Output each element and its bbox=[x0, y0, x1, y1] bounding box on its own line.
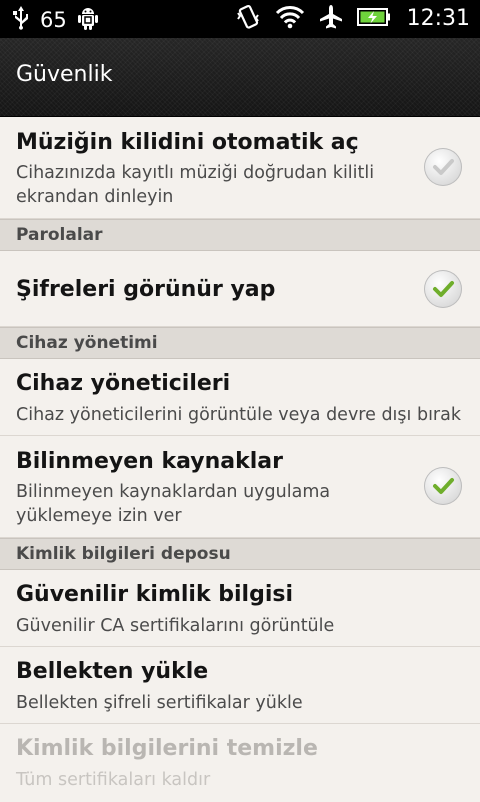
list-item-title: Bellekten yükle bbox=[16, 659, 209, 684]
list-item-subtitle: Tüm sertifikaları kaldır bbox=[16, 770, 211, 790]
clock-text: 12:31 bbox=[406, 6, 470, 31]
checkbox-unknown-sources[interactable] bbox=[424, 467, 462, 505]
usb-icon bbox=[12, 5, 30, 35]
list-item-title: Güvenilir kimlik bilgisi bbox=[16, 582, 293, 607]
section-header-device-management: Cihaz yönetimi bbox=[0, 327, 480, 359]
list-item-subtitle: Bilinmeyen kaynaklardan uygulama yükleme… bbox=[16, 482, 331, 526]
status-bar: 65 12:31 bbox=[0, 0, 480, 38]
section-header-credential-storage: Kimlik bilgileri deposu bbox=[0, 538, 480, 570]
wifi-icon bbox=[275, 5, 305, 33]
list-item-title: Müziğin kilidini otomatik aç bbox=[16, 130, 359, 155]
list-item-subtitle: Güvenilir CA sertifikalarını görüntüle bbox=[16, 616, 335, 636]
checkbox-show-passwords[interactable] bbox=[424, 270, 462, 308]
list-item-title: Cihaz yöneticileri bbox=[16, 371, 231, 396]
page-title: Güvenlik bbox=[16, 62, 113, 87]
android-debug-icon bbox=[77, 5, 99, 35]
list-item-auto-unlock-music[interactable]: Müziğin kilidini otomatik aç Cihazınızda… bbox=[0, 116, 480, 219]
list-item-install-from-storage[interactable]: Bellekten yükle Bellekten şifreli sertif… bbox=[0, 647, 480, 724]
list-item-title: Kimlik bilgilerini temizle bbox=[16, 736, 318, 761]
list-item-show-passwords[interactable]: Şifreleri görünür yap bbox=[0, 251, 480, 327]
section-header-label: Kimlik bilgileri deposu bbox=[16, 544, 231, 564]
checkbox-auto-unlock-music[interactable] bbox=[424, 148, 462, 186]
list-item-subtitle: Cihaz yöneticilerini görüntüle veya devr… bbox=[16, 405, 461, 425]
list-item-title: Şifreleri görünür yap bbox=[16, 277, 276, 302]
settings-list: Müziğin kilidini otomatik aç Cihazınızda… bbox=[0, 116, 480, 802]
list-item-trusted-credentials[interactable]: Güvenilir kimlik bilgisi Güvenilir CA se… bbox=[0, 570, 480, 647]
list-item-device-administrators[interactable]: Cihaz yöneticileri Cihaz yöneticilerini … bbox=[0, 359, 480, 436]
list-item-unknown-sources[interactable]: Bilinmeyen kaynaklar Bilinmeyen kaynakla… bbox=[0, 436, 480, 538]
list-item-clear-credentials[interactable]: Kimlik bilgilerini temizle Tüm sertifika… bbox=[0, 724, 480, 802]
section-header-label: Parolalar bbox=[16, 225, 103, 245]
list-item-subtitle: Bellekten şifreli sertifikalar yükle bbox=[16, 693, 303, 713]
list-item-subtitle: Cihazınızda kayıtlı müziği doğrudan kili… bbox=[16, 163, 375, 207]
battery-charging-icon bbox=[356, 7, 391, 31]
title-bar: Güvenlik bbox=[0, 38, 480, 117]
battery-percent-text: 65 bbox=[40, 8, 67, 32]
section-header-passwords: Parolalar bbox=[0, 219, 480, 251]
airplane-icon bbox=[319, 4, 343, 34]
vibrate-icon bbox=[235, 4, 261, 34]
section-header-label: Cihaz yönetimi bbox=[16, 333, 158, 353]
list-item-title: Bilinmeyen kaynaklar bbox=[16, 449, 283, 474]
